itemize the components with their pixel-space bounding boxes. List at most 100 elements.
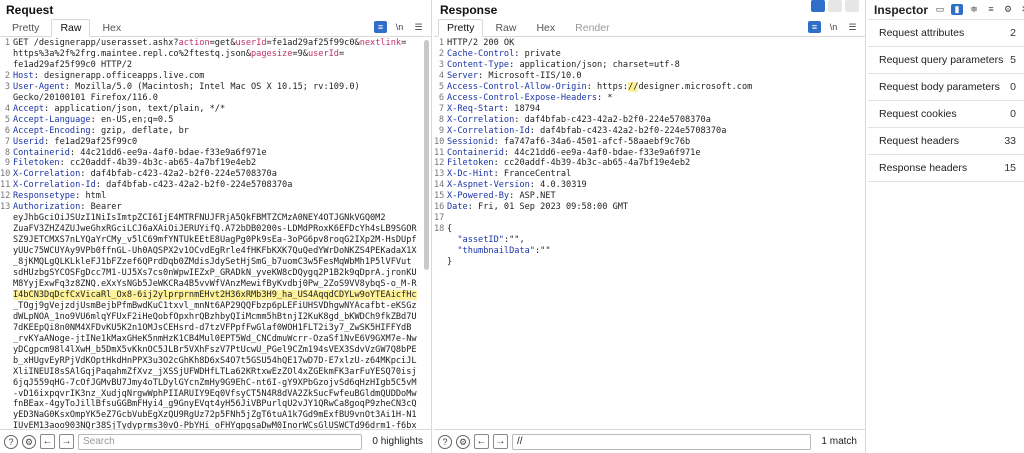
code-text: fnBEax-4gyToJillBfsuGGBmFHyi4_g9GnyEVqt4… — [13, 399, 417, 410]
inspector-section-5[interactable]: Response headers 15 — [868, 155, 1024, 182]
code-text: I4bCN3DqDcfCxVicaRl_Ox8-6ij2ylprprnmEHvt… — [13, 289, 417, 300]
line-number: 6 — [4, 125, 10, 136]
code-text: sdHUzbgSYCOSFgDcc7M1-UJ5Xs7cs0nWpwIEZxP_… — [13, 268, 417, 279]
code-line: 6 Access-Control-Expose-Headers: * — [434, 93, 865, 104]
code-line: 4 Accept: application/json, text/plain, *… — [0, 104, 431, 115]
code-text: : application/json, text/plain, */* — [44, 103, 226, 114]
message-actions-icon[interactable]: ≡ — [374, 21, 387, 33]
line-number: 4 — [4, 103, 10, 114]
split-view-horizontal-icon[interactable] — [811, 0, 825, 12]
code-text: : 44c21dd6-ee9a-4af0-bdae-f33e9a6f971e — [69, 147, 267, 158]
header-name: X-Correlation — [447, 114, 515, 125]
code-text: : html — [75, 191, 107, 202]
menu-icon[interactable]: ☰ — [412, 21, 425, 33]
help-icon[interactable]: ? — [438, 434, 452, 449]
tab-request-pretty[interactable]: Pretty — [4, 20, 47, 36]
inspector-header: Inspector ▭ ▮ ≑ ≡ ⚙ ✕ — [868, 0, 1024, 20]
code-text: : private — [514, 48, 561, 59]
code-line: 9 X-Correlation-Id: daf4bfab-c423-42a2-b2… — [434, 126, 865, 137]
single-view-icon[interactable] — [845, 0, 859, 12]
line-content: Sessionid: fa747af6-34a6-4501-afcf-58aae… — [447, 137, 690, 148]
code-line: 13 Authorization: Bearer — [0, 202, 431, 213]
code-line: 3 User-Agent: Mozilla/5.0 (Macintosh; Int… — [0, 82, 431, 93]
layout-panel-icon[interactable]: ▮ — [951, 4, 964, 15]
header-name: Containerid — [447, 147, 504, 158]
inspector-section-1[interactable]: Request query parameters 5 — [868, 47, 1024, 74]
wrapped-line: eyJhbGciOiJSUzI1NiIsImtpZCI6IjE4MTRFNUJF… — [0, 213, 431, 224]
inspector-pane: Inspector ▭ ▮ ≑ ≡ ⚙ ✕ Request attributes… — [868, 0, 1024, 453]
tab-request-raw[interactable]: Raw — [51, 19, 91, 37]
wrapped-line: XliINEUI8sSAlGqjPaqahmZfXvz_jXSSjUFWDHfL… — [0, 367, 431, 378]
line-content: X-Correlation-Id: daf4bfab-c423-42a2-b2f… — [13, 180, 292, 191]
code-text: yUUc75WCUYAy9VPb0ffnGL-Uh0AQSPX2v1OCvdEg… — [13, 246, 417, 257]
inspector-section-label: Request cookies — [879, 108, 957, 120]
tab-response-render[interactable]: Render — [567, 20, 617, 36]
line-number: 12 — [0, 191, 11, 202]
message-actions-icon[interactable]: ≡ — [808, 21, 821, 33]
line-number: 1 — [438, 38, 444, 48]
header-name: Content-Type — [447, 59, 510, 70]
wrapped-line: sdHUzbgSYCOSFgDcc7M1-UJ5Xs7cs0nWpwIEZxP_… — [0, 268, 431, 279]
code-text: { — [447, 224, 453, 235]
tab-response-pretty[interactable]: Pretty — [438, 19, 484, 37]
sort-icon[interactable]: ≑ — [968, 4, 980, 15]
code-text: = — [401, 38, 407, 48]
code-text: fe1ad29af25f99c0 HTTP/2 — [13, 59, 132, 70]
forward-arrow-icon[interactable]: → — [59, 434, 74, 449]
inspector-section-3[interactable]: Request cookies 0 — [868, 101, 1024, 128]
settings-icon[interactable]: ⚙ — [22, 434, 36, 449]
request-scrollbar[interactable] — [424, 40, 429, 270]
code-text: = — [338, 48, 345, 59]
inspector-section-0[interactable]: Request attributes 2 — [868, 20, 1024, 47]
tab-request-hex[interactable]: Hex — [94, 20, 129, 36]
split-view-vertical-icon[interactable] — [828, 0, 842, 12]
settings-icon[interactable]: ⚙ — [1002, 4, 1014, 15]
response-search-bar: ? ⚙ ← → // 1 match — [434, 429, 865, 453]
header-name: Accept — [13, 103, 45, 114]
filter-icon[interactable]: ≡ — [985, 4, 997, 15]
inspector-section-2[interactable]: Request body parameters 0 — [868, 74, 1024, 101]
request-search-input[interactable]: Search — [78, 433, 363, 450]
newline-toggle-icon[interactable]: \n — [393, 21, 406, 33]
settings-icon[interactable]: ⚙ — [456, 434, 470, 449]
back-arrow-icon[interactable]: ← — [40, 434, 55, 449]
line-number: 8 — [4, 147, 10, 158]
code-text: Gecko/20100101 Firefox/116.0 — [13, 92, 158, 103]
line-content: Responsetype: html — [13, 191, 106, 202]
line-number: 7 — [438, 103, 444, 114]
newline-toggle-icon[interactable]: \n — [827, 21, 840, 33]
code-line: 11 Containerid: 44c21dd6-ee9a-4af0-bdae-f… — [434, 148, 865, 159]
request-editor[interactable]: 1 GET /designerapp/userasset.ashx?action=… — [0, 38, 431, 429]
header-name: X-Aspnet-Version — [447, 180, 530, 191]
wrapped-line: M8YyjExwFq3z8ZNQ.eXxYsNGb5JeWKCRa4B5vvWf… — [0, 279, 431, 290]
menu-icon[interactable]: ☰ — [846, 21, 859, 33]
response-editor[interactable]: 1 HTTP/2 200 OK 2 Cache-Control: private 3 Co… — [434, 38, 865, 429]
code-text: GET /designerapp/userasset.ashx? — [13, 38, 179, 48]
code-text: : fe1ad29af25f99c0 — [44, 136, 138, 147]
code-text: :"", — [503, 235, 525, 246]
tab-response-hex[interactable]: Hex — [528, 20, 563, 36]
back-arrow-icon[interactable]: ← — [474, 434, 489, 449]
close-icon[interactable]: ✕ — [1019, 4, 1024, 15]
line-number: 4 — [438, 70, 444, 81]
help-icon[interactable]: ? — [4, 434, 18, 449]
line-number: 9 — [438, 125, 444, 136]
code-text: =fe1ad29af25f99c0& — [266, 38, 360, 48]
code-line: 7 X-Req-Start: 18794 — [434, 104, 865, 115]
line-number: 2 — [4, 70, 10, 81]
response-search-input[interactable]: // — [512, 433, 812, 450]
line-number: 12 — [434, 158, 445, 169]
code-text: : cc20addf-4b39-4b3c-ab65-4a7bf19e4eb2 — [493, 158, 691, 169]
code-text: : Microsoft-IIS/10.0 — [478, 70, 582, 81]
forward-arrow-icon[interactable]: → — [493, 434, 508, 449]
tab-response-raw[interactable]: Raw — [487, 20, 524, 36]
wrapped-line: fe1ad29af25f99c0 HTTP/2 — [0, 60, 431, 71]
line-content: X-Correlation: daf4bfab-c423-42a2-b2f0-2… — [447, 115, 711, 126]
inspector-section-4[interactable]: Request headers 33 — [868, 128, 1024, 155]
line-number: 16 — [434, 202, 445, 213]
line-content: Userid: fe1ad29af25f99c0 — [13, 137, 137, 148]
code-line: } — [434, 257, 865, 268]
code-text: SZ9JETCMXS7nLYQaYrCMy_v5lC69mfYNTUkEEtE8… — [13, 235, 417, 246]
layout-stack-icon[interactable]: ▭ — [934, 4, 946, 15]
